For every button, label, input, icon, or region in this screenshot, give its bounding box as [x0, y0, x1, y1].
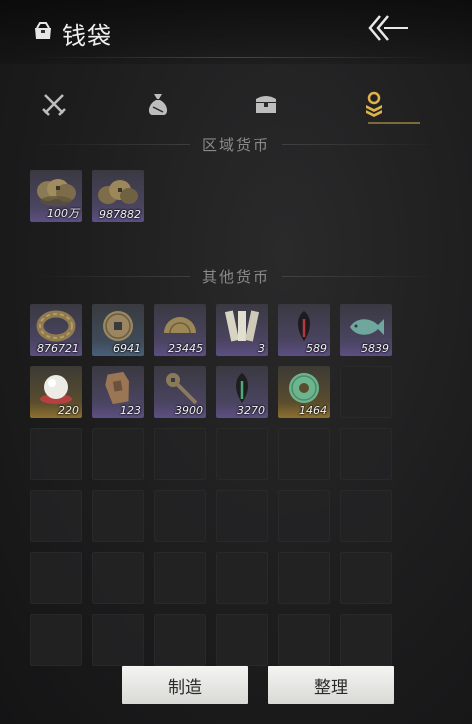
currency-slot[interactable]: 6941 [92, 304, 144, 356]
section-title-other: 其他货币 [201, 268, 270, 286]
item-count: 5839 [361, 342, 389, 355]
empty-slot [30, 614, 82, 666]
coin-stack-icon [366, 91, 382, 117]
empty-slot [278, 428, 330, 480]
item-count: 589 [306, 342, 327, 355]
empty-slot [216, 490, 268, 542]
back-button[interactable] [364, 10, 410, 46]
item-count: 23445 [168, 342, 203, 355]
tab-weapons[interactable] [24, 84, 84, 124]
empty-slot [278, 614, 330, 666]
currency-slot[interactable]: 3 [216, 304, 268, 356]
back-arrows-icon [368, 15, 408, 41]
item-count: 3 [258, 342, 265, 355]
sort-button[interactable]: 整理 [268, 666, 394, 704]
currency-slot[interactable]: 3900 [154, 366, 206, 418]
empty-slot [340, 614, 392, 666]
dark-feather-icon [298, 311, 310, 341]
empty-slot [340, 490, 392, 542]
currency-slot[interactable]: 5839 [340, 304, 392, 356]
empty-slot [92, 552, 144, 604]
copper-coin-pile-icon [98, 180, 138, 204]
empty-slot [278, 490, 330, 542]
empty-slot [30, 490, 82, 542]
item-count: 220 [58, 404, 79, 417]
top-bar: 钱袋 [0, 0, 472, 64]
currency-slot[interactable]: 100万 [30, 170, 82, 222]
coin-sword-icon [166, 373, 198, 405]
chest-icon [256, 96, 276, 113]
item-count: 123 [120, 404, 141, 417]
sack-icon [148, 94, 168, 115]
currency-slot[interactable]: 987882 [92, 170, 144, 222]
tab-materials[interactable] [128, 84, 188, 124]
empty-slot [154, 614, 206, 666]
empty-slot [340, 552, 392, 604]
tab-chest[interactable] [236, 84, 296, 124]
item-count: 3270 [237, 404, 265, 417]
jade-fish-icon [350, 319, 384, 335]
craft-button[interactable]: 制造 [122, 666, 248, 704]
currency-slot[interactable]: 123 [92, 366, 144, 418]
empty-slot [340, 366, 392, 418]
empty-slot [216, 428, 268, 480]
jade-tablets-icon [224, 310, 260, 342]
pouch-icon [35, 22, 51, 39]
empty-slot [216, 614, 268, 666]
empty-slot [154, 552, 206, 604]
currency-slot[interactable]: 589 [278, 304, 330, 356]
currency-slot[interactable]: 1464 [278, 366, 330, 418]
page-title: 钱袋 [62, 22, 112, 50]
empty-slot [154, 490, 206, 542]
currency-slot[interactable]: 3270 [216, 366, 268, 418]
currency-slot[interactable]: 220 [30, 366, 82, 418]
tab-bar [20, 84, 440, 128]
empty-slot [216, 552, 268, 604]
crossed-swords-icon [42, 94, 66, 116]
square-hole-coin-icon [103, 311, 133, 341]
item-count: 3900 [175, 404, 203, 417]
empty-slot [340, 428, 392, 480]
empty-slot [30, 428, 82, 480]
empty-slot [278, 552, 330, 604]
half-coin-icon [164, 317, 196, 334]
header-divider [30, 57, 442, 58]
item-count: 1464 [299, 404, 327, 417]
item-count: 987882 [99, 208, 141, 221]
token-plaque-icon [105, 371, 129, 405]
currency-slot[interactable]: 876721 [30, 304, 82, 356]
green-feather-icon [236, 373, 248, 403]
jade-bi-disc-icon [289, 373, 319, 403]
tab-currency[interactable] [344, 84, 404, 124]
currency-slot[interactable]: 23445 [154, 304, 206, 356]
item-count: 876721 [37, 342, 79, 355]
empty-slot [30, 552, 82, 604]
item-count: 100万 [47, 207, 79, 220]
coin-ring-icon [36, 310, 76, 342]
pearl-icon [40, 375, 72, 404]
item-count: 6941 [113, 342, 141, 355]
empty-slot [92, 490, 144, 542]
empty-slot [92, 428, 144, 480]
empty-slot [154, 428, 206, 480]
section-title-regional: 区域货币 [201, 136, 270, 154]
empty-slot [92, 614, 144, 666]
active-tab-indicator [368, 122, 420, 124]
